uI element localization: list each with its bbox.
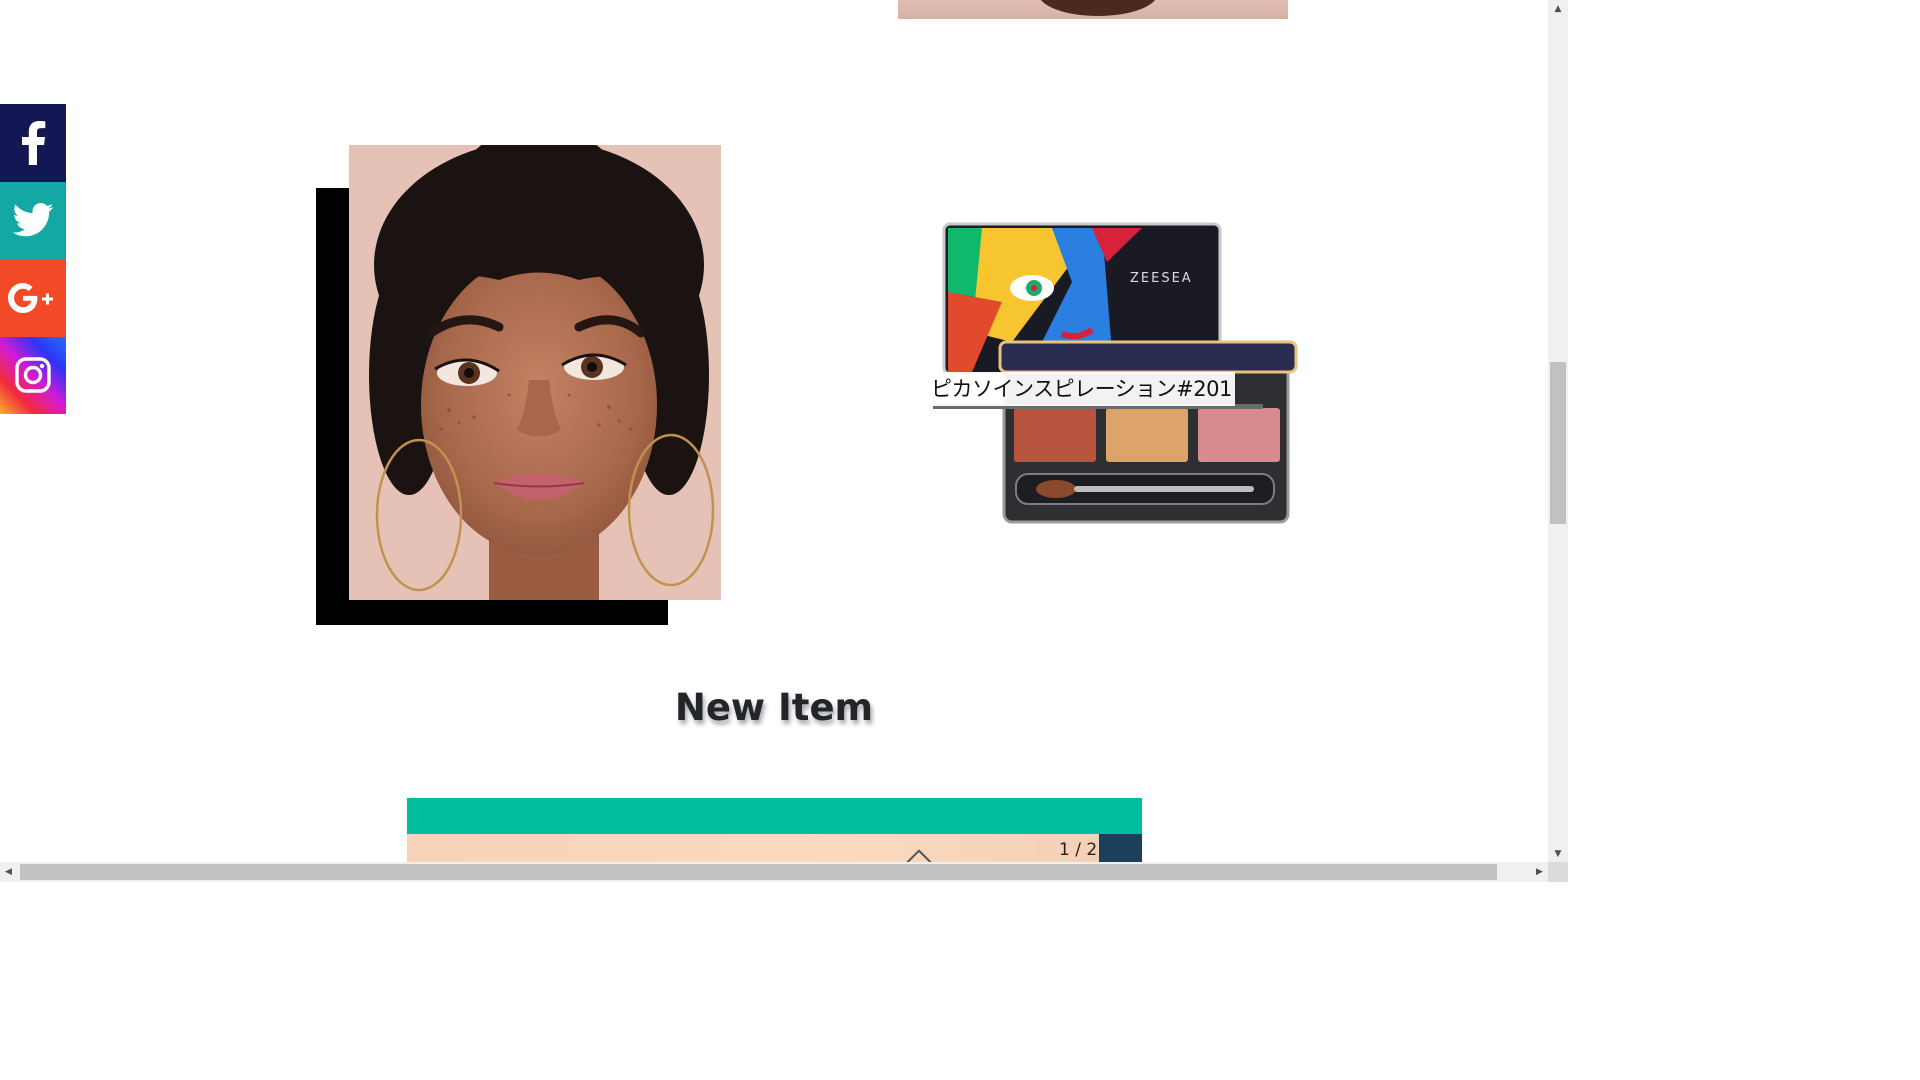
top-product-image — [898, 0, 1288, 19]
scroll-down-arrow-icon[interactable]: ▼ — [1548, 845, 1568, 862]
social-share-bar — [0, 104, 66, 414]
carousel-slide[interactable] — [407, 834, 1142, 862]
carousel-header-band — [407, 798, 1142, 834]
scrollbar-corner — [1548, 862, 1568, 882]
svg-text:ZEESEA: ZEESEA — [1130, 271, 1193, 286]
vertical-scrollbar[interactable]: ▲ ▼ — [1548, 0, 1568, 862]
facebook-icon — [22, 120, 46, 165]
google-plus-share-button[interactable] — [0, 259, 66, 337]
instagram-share-button[interactable] — [0, 336, 66, 414]
carousel-side-panel — [1099, 834, 1142, 862]
scroll-left-arrow-icon[interactable]: ◀ — [0, 862, 17, 882]
facebook-share-button[interactable] — [0, 104, 66, 182]
horizontal-scroll-thumb[interactable] — [20, 864, 1497, 880]
twitter-icon — [12, 203, 54, 237]
instagram-icon — [15, 357, 51, 393]
twitter-share-button[interactable] — [0, 181, 66, 259]
scroll-up-arrow-icon[interactable]: ▲ — [1548, 0, 1568, 17]
page-viewport: ZEESEA ピカソインスピレーション#201 New Item 1 / 2 ▲… — [0, 0, 1568, 882]
section-title: New Item — [674, 686, 874, 729]
scroll-right-arrow-icon[interactable]: ▶ — [1531, 862, 1548, 882]
product-name-label[interactable]: ピカソインスピレーション#201 — [928, 372, 1235, 406]
horizontal-scrollbar[interactable]: ◀ ▶ — [0, 862, 1548, 882]
new-item-carousel[interactable]: 1 / 2 — [407, 798, 1142, 862]
carousel-counter: 1 / 2 — [1059, 840, 1098, 860]
model-portrait-image — [349, 145, 721, 600]
google-plus-icon — [8, 282, 53, 313]
vertical-scroll-thumb[interactable] — [1550, 362, 1566, 524]
